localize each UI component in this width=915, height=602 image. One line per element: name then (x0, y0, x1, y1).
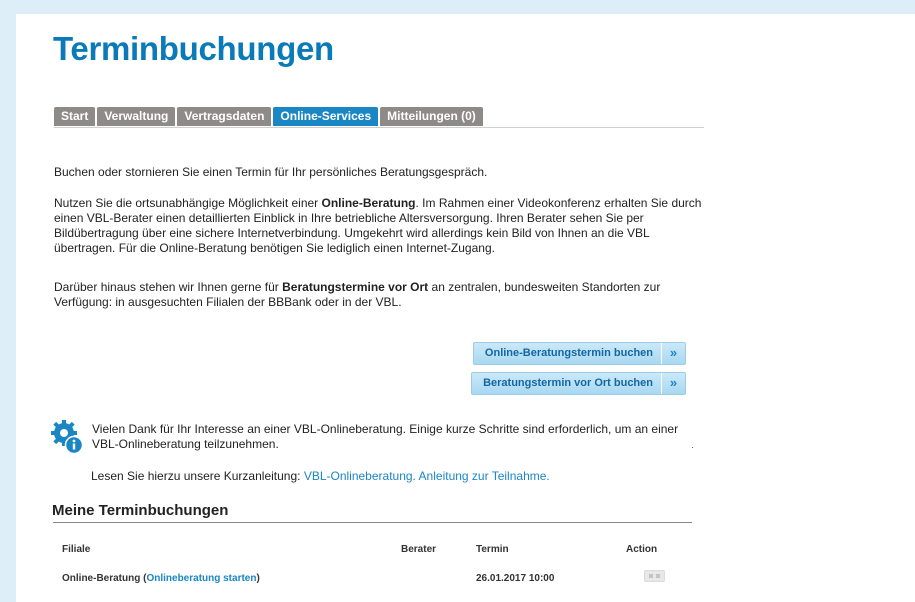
info-message: Vielen Dank für Ihr Interesse an einer V… (92, 422, 679, 451)
tab-divider (54, 127, 704, 128)
column-header-termin: Termin (476, 544, 509, 555)
column-header-action: Action (626, 544, 658, 555)
intro-paragraph-1: Buchen oder stornieren Sie einen Termin … (54, 165, 488, 179)
table-row-termin: 26.01.2017 10:00 (476, 573, 555, 584)
double-chevron-right-icon: » (661, 343, 685, 364)
page-container: Terminbuchungen Start Verwaltung Vertrag… (16, 14, 915, 602)
guide-prefix: Lesen Sie hierzu unsere Kurzanleitung: (91, 469, 304, 483)
guide-line: Lesen Sie hierzu unsere Kurzanleitung: V… (91, 469, 691, 484)
book-onsite-appointment-button[interactable]: Beratungstermin vor Ort buchen » (471, 372, 686, 395)
intro-p3-pre: Darüber hinaus stehen wir Ihnen gerne fü… (54, 280, 283, 294)
table-row-filiale: Online-Beratung (Onlineberatung starten) (62, 573, 260, 584)
book-online-appointment-label: Online-Beratungstermin buchen (484, 347, 653, 359)
book-onsite-appointment-label: Beratungstermin vor Ort buchen (483, 377, 653, 389)
guide-link[interactable]: VBL-Onlineberatung. Anleitung zur Teilna… (304, 469, 550, 483)
start-online-consultation-link[interactable]: Onlineberatung starten (146, 573, 256, 584)
tab-start[interactable]: Start (54, 107, 96, 126)
column-header-berater: Berater (401, 544, 437, 555)
intro-p2-pre: Nutzen Sie die ortsunabhängige Möglichke… (54, 196, 322, 210)
bookings-title: Meine Terminbuchungen (52, 502, 229, 519)
toggle-icon[interactable] (644, 570, 665, 582)
tab-online-services[interactable]: Online-Services (273, 107, 379, 126)
column-header-filiale: Filiale (62, 544, 91, 555)
tab-verwaltung[interactable]: Verwaltung (97, 107, 176, 126)
page-title: Terminbuchungen (53, 30, 334, 67)
gear-info-icon (51, 420, 84, 455)
intro-paragraph-2: Nutzen Sie die ortsunabhängige Möglichke… (54, 196, 709, 256)
intro-p2-bold: Online-Beratung (321, 196, 416, 210)
bookings-divider (53, 522, 692, 523)
tab-mitteilungen[interactable]: Mitteilungen (0) (380, 107, 483, 126)
intro-p3-bold: Beratungstermine vor Ort (282, 280, 429, 294)
intro-paragraph-3: Darüber hinaus stehen wir Ihnen gerne fü… (54, 280, 709, 310)
filiale-prefix: Online-Beratung ( (62, 573, 147, 584)
book-online-appointment-button[interactable]: Online-Beratungstermin buchen » (472, 342, 686, 365)
divider-dot (692, 447, 693, 448)
tab-bar: Start Verwaltung Vertragsdaten Online-Se… (54, 107, 483, 126)
filiale-suffix: ) (256, 573, 260, 584)
double-chevron-right-icon: » (661, 373, 685, 394)
tab-vertragsdaten[interactable]: Vertragsdaten (177, 107, 272, 126)
